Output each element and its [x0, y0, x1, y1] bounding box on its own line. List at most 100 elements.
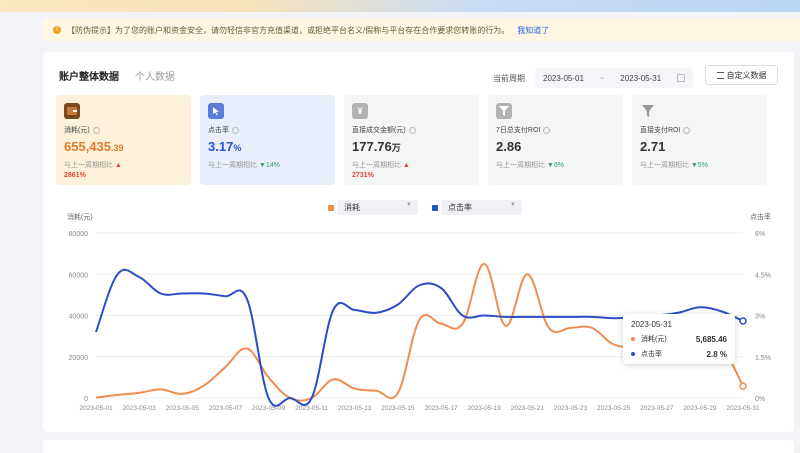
tooltip-swatch-ctr — [631, 352, 635, 356]
help-icon[interactable] — [232, 126, 239, 134]
kpi-value: 2.71 — [640, 139, 666, 154]
kpi-compare-label: 与上一周期相比 — [352, 162, 401, 169]
y-tick-label-left: 0 — [84, 396, 88, 403]
kpi-card-spend[interactable]: 消耗(元) 655,435.39 与上一周期相比 ▲ 2861% — [56, 95, 191, 185]
kpi-compare-label: 与上一周期相比 — [640, 162, 689, 169]
end-date: 2023-05-31 — [620, 73, 662, 83]
kpi-compare-label: 与上一周期相比 — [496, 162, 545, 169]
tooltip-spend-value: 5,685.46 — [695, 334, 727, 344]
bottom-card — [43, 440, 794, 453]
kpi-label: 7日总支付ROI — [496, 127, 541, 134]
kpi-value-decimal: .39 — [111, 143, 124, 153]
top-banner — [0, 0, 800, 12]
tooltip-swatch-spend — [631, 337, 635, 341]
tooltip-ctr-label: 点击率 — [641, 351, 662, 358]
y-tick-label-left: 40000 — [69, 314, 89, 321]
tooltip-spend-label: 消耗(元) — [641, 336, 667, 343]
y-tick-label-left: 80000 — [69, 231, 89, 238]
tab-account-overview[interactable]: 账户整体数据 — [59, 68, 119, 83]
click-icon — [208, 103, 224, 119]
tab-personal-data[interactable]: 个人数据 — [135, 68, 175, 83]
custom-data-button[interactable]: 自定义数据 — [705, 65, 778, 85]
y-tick-label-right: 6% — [755, 231, 765, 238]
period-label: 当前周期 — [493, 73, 525, 83]
notice-dismiss-link[interactable]: 我知道了 — [517, 25, 549, 36]
custom-data-label: 自定义数据 — [726, 70, 767, 80]
kpi-change: 6% — [553, 162, 564, 169]
data-tabs: 账户整体数据 个人数据 — [59, 68, 175, 83]
kpi-card-7day-roi[interactable]: 7日总支付ROI 2.86 与上一周期相比 ▼6% — [488, 95, 623, 185]
y-tick-label-left: 20000 — [69, 355, 89, 362]
kpi-compare-label: 与上一周期相比 — [208, 162, 257, 169]
kpi-change: 5% — [697, 162, 708, 169]
start-date: 2023-05-01 — [543, 73, 584, 83]
date-separator: ~ — [599, 73, 605, 83]
x-tick-label: 2023-05-01 — [79, 405, 113, 412]
calendar-icon — [677, 74, 685, 82]
y-axis-label-left: 消耗(元) — [67, 212, 93, 221]
help-icon[interactable] — [408, 126, 416, 134]
help-icon[interactable] — [92, 126, 100, 134]
tooltip-ctr-value: 2.8 % — [706, 349, 727, 359]
kpi-value: 655,435 — [64, 139, 111, 154]
notice-text: 【防伪提示】为了您的账户和资金安全，请勿轻信非官方充值渠道，或拒绝平台名义/假称… — [67, 25, 510, 35]
kpi-change: 2861% — [64, 172, 86, 179]
y-tick-label-left: 60000 — [69, 272, 89, 279]
x-tick-label: 2023-05-19 — [468, 405, 502, 412]
chart-tooltip: 2023-05-31 消耗(元) 5,685.46 点击率 2.8 % — [623, 314, 735, 364]
kpi-cards: 消耗(元) 655,435.39 与上一周期相比 ▲ 2861% 点击率 3.1… — [56, 95, 767, 185]
x-tick-label: 2023-05-03 — [123, 405, 157, 412]
kpi-label: 点击率 — [208, 127, 229, 134]
settings-sliders-icon — [716, 71, 724, 79]
account-overview-card: 账户整体数据 个人数据 当前周期 2023-05-01 ~ 2023-05-31… — [43, 52, 794, 432]
x-tick-label: 2023-05-13 — [338, 405, 372, 412]
kpi-change: 2731% — [352, 172, 374, 179]
x-tick-label: 2023-05-29 — [683, 405, 717, 412]
kpi-compare-label: 与上一周期相比 — [64, 162, 113, 169]
x-tick-label: 2023-05-27 — [640, 405, 674, 412]
period-selector: 当前周期 2023-05-01 ~ 2023-05-31 — [493, 68, 693, 88]
arrow-down-icon: ▼ — [545, 162, 554, 169]
kpi-value: 2.86 — [496, 139, 522, 154]
funnel-yen-icon — [496, 103, 512, 119]
kpi-label: 消耗(元) — [64, 127, 90, 134]
y-tick-label-right: 0% — [755, 396, 765, 403]
x-tick-label: 2023-05-17 — [424, 405, 458, 412]
series-point-ctr — [739, 317, 747, 325]
kpi-label: 直接支付ROI — [640, 127, 681, 134]
kpi-value-unit: 万 — [391, 143, 401, 153]
date-range-picker[interactable]: 2023-05-01 ~ 2023-05-31 — [535, 68, 693, 88]
x-tick-label: 2023-05-07 — [209, 405, 243, 412]
arrow-down-icon: ▼ — [689, 162, 698, 169]
x-tick-label: 2023-05-25 — [597, 405, 631, 412]
y-tick-label-right: 3% — [755, 314, 765, 321]
series-point-spend — [739, 382, 747, 390]
x-tick-label: 2023-05-31 — [726, 405, 760, 412]
x-tick-label: 2023-05-15 — [381, 405, 415, 412]
x-tick-label: 2023-05-11 — [295, 405, 328, 412]
warning-icon: ! — [53, 26, 61, 34]
x-tick-label: 2023-05-23 — [554, 405, 588, 412]
kpi-card-direct-roi[interactable]: 直接支付ROI 2.71 与上一周期相比 ▼5% — [632, 95, 767, 185]
tooltip-date: 2023-05-31 — [631, 320, 672, 329]
kpi-value: 177.76 — [352, 139, 392, 154]
yen-icon: ¥ — [352, 103, 368, 119]
wallet-icon — [64, 103, 80, 119]
x-tick-label: 2023-05-21 — [511, 405, 545, 412]
kpi-card-gmv[interactable]: ¥ 直接成交金额(元) 177.76万 与上一周期相比 ▲ 2731% — [344, 95, 479, 185]
arrow-up-icon: ▲ — [401, 162, 410, 169]
x-tick-label: 2023-05-05 — [166, 405, 200, 412]
y-tick-label-right: 1.5% — [755, 355, 771, 362]
x-tick-label: 2023-05-09 — [252, 405, 286, 412]
notice-bar: ! 【防伪提示】为了您的账户和资金安全，请勿轻信非官方充值渠道，或拒绝平台名义/… — [43, 19, 800, 41]
kpi-change: 14% — [265, 162, 280, 169]
y-tick-label-right: 4.5% — [755, 272, 771, 279]
kpi-card-ctr[interactable]: 点击率 3.17% 与上一周期相比 ▼14% — [200, 95, 335, 185]
help-icon[interactable] — [543, 126, 551, 134]
arrow-down-icon: ▼ — [257, 162, 266, 169]
help-icon[interactable] — [683, 126, 691, 134]
y-axis-label-right: 点击率 — [750, 212, 771, 221]
arrow-up-icon: ▲ — [113, 162, 122, 169]
kpi-value-unit: % — [233, 143, 242, 153]
funnel-icon — [640, 103, 656, 119]
